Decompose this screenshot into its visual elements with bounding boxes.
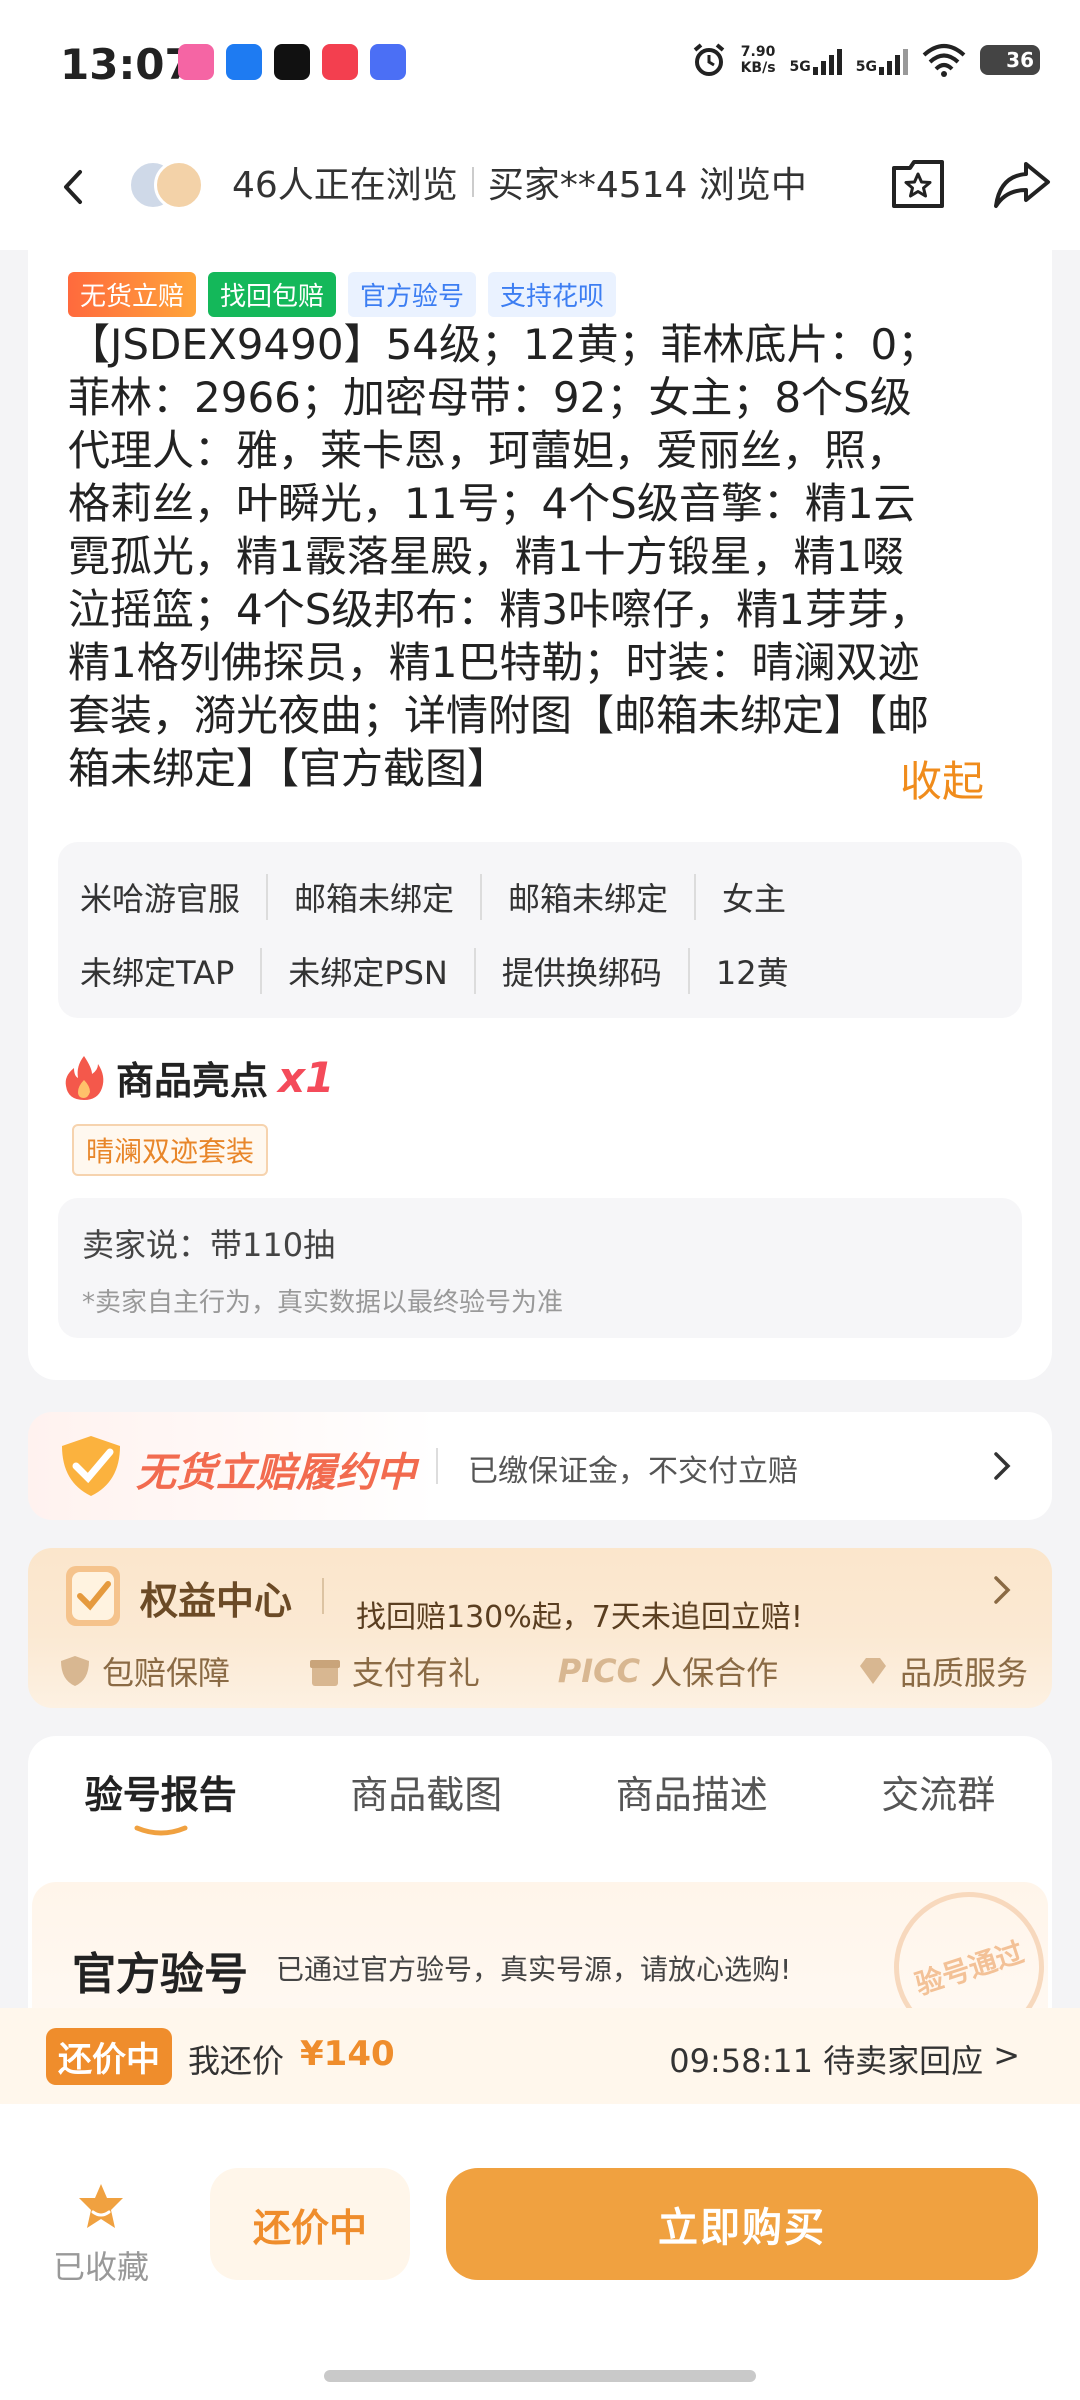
highlight-heading: 商品亮点 x1 (62, 1050, 334, 1105)
viewing-info: 46人正在浏览 买家**4514 浏览中 (232, 156, 807, 208)
viewer-count: 46人正在浏览 (232, 165, 458, 206)
rights-features: 包赔保障 支付有礼 PICC 人保合作 品质服务 (58, 1648, 1028, 1694)
bargain-status-badge: 还价中 (46, 2028, 172, 2085)
official-check-title: 官方验号 (72, 1949, 248, 2000)
highlight-title: 商品亮点 (116, 1059, 269, 1103)
status-time: 13:07 (60, 40, 194, 89)
guarantee-subtitle: 已缴保证金，不交付立赔 (468, 1454, 798, 1489)
tab-inspection-report[interactable]: 验号报告 (85, 1764, 237, 1836)
top-header: 46人正在浏览 买家**4514 浏览中 (0, 130, 1080, 250)
app-icon-5 (370, 44, 406, 80)
seller-disclaimer: *卖家自主行为，真实数据以最终验号为准 (82, 1288, 564, 1318)
wifi-icon (922, 44, 966, 77)
home-indicator[interactable] (324, 2370, 756, 2382)
signal-bars-icon (879, 45, 908, 75)
bargain-countdown: 09:58:11 待卖家回应 > (669, 2036, 1020, 2080)
chevron-right-icon (994, 1452, 1011, 1480)
tag-row: 米哈游官服 邮箱未绑定 邮箱未绑定 女主 (80, 874, 812, 920)
seller-says: 卖家说：带110抽 (82, 1226, 336, 1264)
badge-recovery-guarantee: 找回包赔 (208, 272, 337, 317)
app-icon-1 (178, 44, 214, 80)
guarantee-title: 无货立赔履约中 (136, 1450, 416, 1496)
diamond-icon (859, 1658, 886, 1684)
tag: 米哈游官服 (80, 880, 241, 918)
tag: 邮箱未绑定 (480, 874, 694, 920)
divider (471, 167, 474, 197)
app-icon-2 (226, 44, 262, 80)
tab-bar: 验号报告 商品截图 商品描述 交流群 (28, 1764, 1052, 1836)
highlight-tag: 晴澜双迹套装 (72, 1124, 269, 1176)
favorite-label: 已收藏 (52, 2248, 149, 2286)
app-icon-4 (322, 44, 358, 80)
tab-description[interactable]: 商品描述 (616, 1764, 768, 1819)
feature-compensation: 包赔保障 (58, 1648, 230, 1694)
bottom-action-bar: 已收藏 还价中 立即购买 (0, 2104, 1080, 2400)
favorite-button[interactable]: 已收藏 (46, 2182, 156, 2288)
tag: 邮箱未绑定 (266, 874, 480, 920)
back-arrow-icon[interactable] (50, 162, 100, 212)
tag-row: 未绑定TAP 未绑定PSN 提供换绑码 12黄 (80, 948, 815, 994)
viewer-avatars (128, 156, 208, 212)
bargain-label: 我还价 (188, 2042, 285, 2080)
tab-chat-group[interactable]: 交流群 (881, 1764, 995, 1819)
chevron-right-icon: > (993, 2036, 1020, 2074)
tab-screenshots[interactable]: 商品截图 (350, 1764, 502, 1819)
bargain-price: ¥140 (300, 2034, 395, 2074)
gift-icon (309, 1660, 340, 1686)
divider (436, 1448, 438, 1484)
bargain-button[interactable]: 还价中 (210, 2168, 410, 2280)
feature-quality: 品质服务 (856, 1648, 1028, 1694)
feature-payment-gift: 支付有礼 (308, 1648, 480, 1694)
signal-1: 5G (790, 45, 842, 75)
badge-official-check: 官方验号 (348, 272, 477, 317)
signal-bars-icon (812, 45, 842, 75)
seller-note-box: 卖家说：带110抽 *卖家自主行为，真实数据以最终验号为准 (58, 1198, 1022, 1338)
shield-check-icon (62, 1436, 120, 1496)
buyer-viewing: 买家**4514 浏览中 (487, 165, 807, 206)
app-icon-3 (274, 44, 310, 80)
tag: 未绑定PSN (260, 948, 474, 994)
alarm-icon (693, 43, 724, 76)
bargain-strip[interactable]: 还价中 我还价 ¥140 09:58:11 待卖家回应 > (0, 2008, 1080, 2104)
favorite-star-folder-icon[interactable] (886, 152, 950, 216)
badge-no-stock-compensation: 无货立赔 (68, 272, 197, 317)
buy-now-button[interactable]: 立即购买 (446, 2168, 1038, 2280)
attribute-tags: 米哈游官服 邮箱未绑定 邮箱未绑定 女主 未绑定TAP 未绑定PSN 提供换绑码… (58, 842, 1022, 1018)
share-icon[interactable] (990, 152, 1054, 216)
favorited-star-icon (79, 2184, 123, 2228)
chevron-right-icon (994, 1576, 1011, 1604)
badge-row: 无货立赔 找回包赔 官方验号 支持花呗 (68, 272, 617, 317)
collapse-button[interactable]: 收起 (900, 748, 984, 809)
avatar (154, 160, 204, 210)
fire-icon (65, 1055, 104, 1100)
divider (322, 1578, 324, 1614)
tag: 女主 (694, 874, 812, 920)
signal-2: 5G (856, 45, 908, 75)
notification-apps (178, 44, 406, 80)
rights-center-banner[interactable]: 权益中心 找回赔130%起，7天未追回立赔! 包赔保障 支付有礼 PICC 人保… (28, 1548, 1052, 1708)
status-bar: 13:07 7.90 KB/s 5G 5G 36 (0, 0, 1080, 130)
shield-icon (61, 1656, 89, 1686)
tag: 未绑定TAP (80, 954, 235, 992)
detail-tabs-card: 验号报告 商品截图 商品描述 交流群 官方验号 已通过官方验号，真实号源，请放心… (28, 1736, 1064, 2062)
picc-logo: PICC (557, 1652, 641, 1690)
tag: 12黄 (687, 948, 815, 994)
highlight-count: x1 (278, 1053, 335, 1102)
official-check-subtitle: 已通过官方验号，真实号源，请放心选购! (276, 1953, 792, 1986)
feature-picc: PICC 人保合作 (557, 1652, 779, 1692)
tag: 提供换绑码 (473, 948, 688, 994)
product-description: 【JSDEX9490】54级；12黄；菲林底片：0； 菲林：2966；加密母带：… (68, 320, 940, 793)
rights-title: 权益中心 (140, 1579, 293, 1623)
status-icons: 7.90 KB/s 5G 5G 36 (691, 42, 1040, 78)
guarantee-banner[interactable]: 无货立赔履约中 已缴保证金，不交付立赔 (28, 1412, 1052, 1520)
product-card: 无货立赔 找回包赔 官方验号 支持花呗 【JSDEX9490】54级；12黄；菲… (28, 250, 1052, 1380)
tab-underline (134, 1825, 188, 1836)
rights-subtitle: 找回赔130%起，7天未追回立赔! (356, 1600, 803, 1635)
rights-badge-icon (66, 1566, 120, 1626)
battery-indicator: 36 (980, 45, 1040, 75)
badge-huabei: 支持花呗 (488, 272, 617, 317)
net-speed: 7.90 KB/s (740, 44, 776, 76)
